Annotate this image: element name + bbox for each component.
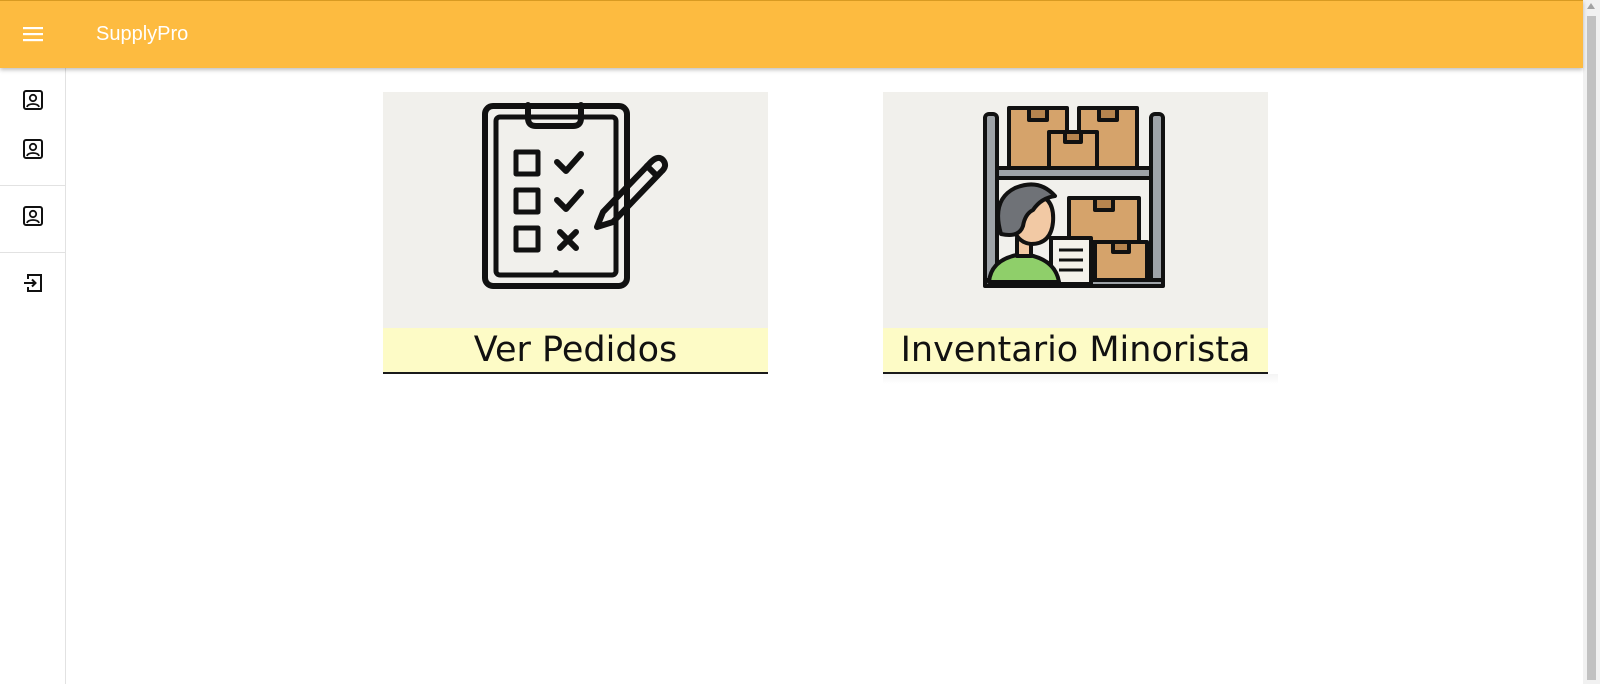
inventario-minorista-card[interactable]: Inventario Minorista xyxy=(883,92,1268,374)
sidebar-divider xyxy=(0,185,66,186)
clipboard-checklist-icon xyxy=(482,102,669,289)
ver-pedidos-card[interactable]: Ver Pedidos xyxy=(383,92,768,374)
app-title: SupplyPro xyxy=(96,23,189,45)
card-image xyxy=(883,92,1268,328)
scrollbar-thumb[interactable] xyxy=(1587,16,1596,680)
warehouse-worker-icon xyxy=(983,106,1165,288)
menu-button[interactable] xyxy=(16,17,50,51)
account-box-icon xyxy=(23,139,43,159)
sidebar-item-logout[interactable] xyxy=(18,268,48,298)
sidebar-divider xyxy=(0,252,66,253)
menu-icon xyxy=(23,27,43,42)
card-label: Inventario Minorista xyxy=(883,328,1268,374)
card-shadow xyxy=(883,374,1278,384)
account-box-icon xyxy=(23,90,43,110)
account-box-icon xyxy=(23,206,43,226)
card-label: Ver Pedidos xyxy=(383,328,768,374)
sidebar-item-account-2[interactable] xyxy=(18,134,48,164)
app-bar: SupplyPro xyxy=(0,0,1583,68)
app-root: SupplyPro Ver Pedidos Inventario Minoris… xyxy=(0,0,1600,684)
card-image xyxy=(383,92,768,328)
vertical-scrollbar[interactable] xyxy=(1583,0,1600,684)
scroll-up-arrow-icon[interactable] xyxy=(1587,3,1595,9)
sidebar-item-account-3[interactable] xyxy=(18,201,48,231)
sidebar xyxy=(0,68,66,684)
sidebar-item-account-1[interactable] xyxy=(18,85,48,115)
logout-icon xyxy=(24,274,42,292)
